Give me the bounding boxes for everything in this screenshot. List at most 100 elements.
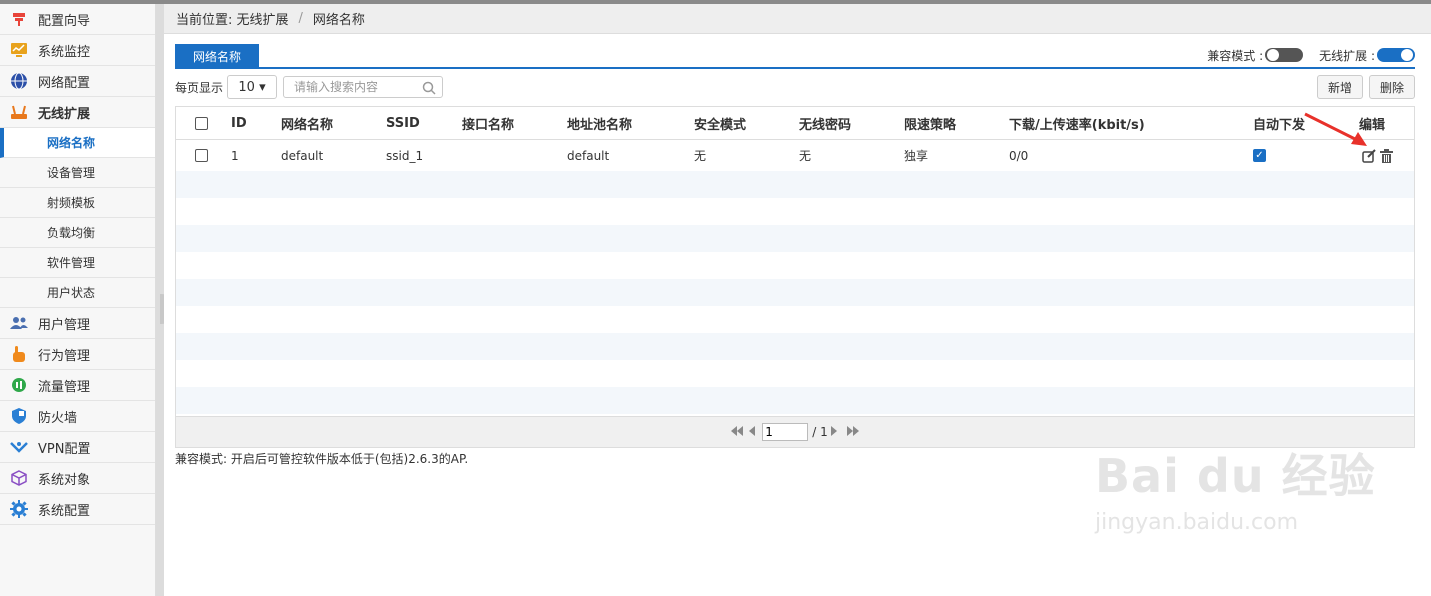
cell-pool: default [567,148,610,163]
table-row-empty [176,279,1414,306]
watermark-logo-text: Bai du 经验 [1095,449,1376,503]
col-header-security: 安全模式 [694,117,747,133]
select-all-checkbox[interactable] [195,107,208,139]
checkbox-box [195,149,208,162]
sidebar-item-label: 流量管理 [38,379,91,395]
table-row-empty [176,171,1414,198]
monitor-icon [10,41,28,59]
search-input[interactable] [284,77,443,97]
cell-id: 1 [231,148,239,163]
ssid-table: ID 网络名称 SSID 接口名称 地址池名称 安全模式 无线密码 限速策略 下… [175,106,1415,448]
search-icon[interactable] [422,81,436,99]
cell-rate: 0/0 [1009,148,1029,163]
sidebar-item-label: 行为管理 [38,348,91,364]
sidebar-item-monitor[interactable]: 系统监控 [0,35,155,66]
trash-icon[interactable] [1380,140,1393,171]
sidebar-item-objects[interactable]: 系统对象 [0,463,155,494]
add-button[interactable]: 新增 [1316,75,1363,99]
sidebar-item-system[interactable]: 系统配置 [0,494,155,525]
next-page-icon[interactable] [830,425,838,440]
shield-icon [10,407,28,425]
sidebar-subitem-devices[interactable]: 设备管理 [0,158,155,188]
sidebar: 配置向导 系统监控 网络配置 无线扩展 网络名称 设备管理 射频模板 负载均衡 … [0,4,156,596]
sidebar-subitem-software[interactable]: 软件管理 [0,248,155,278]
mode-toggles: 兼容模式 : 无线扩展 : [1207,44,1415,66]
col-header-interface: 接口名称 [462,117,515,133]
sidebar-item-traffic[interactable]: 流量管理 [0,370,155,401]
col-header-limit: 限速策略 [904,117,957,133]
compat-mode-group: 兼容模式 : [1207,47,1304,64]
sidebar-item-label: 用户管理 [38,317,91,333]
row-checkbox[interactable] [195,140,208,171]
sidebar-subitem-ssid[interactable]: 网络名称 [0,128,155,158]
sidebar-item-network[interactable]: 网络配置 [0,66,155,97]
delete-button[interactable]: 删除 [1368,75,1415,99]
sidebar-item-users[interactable]: 用户管理 [0,308,155,339]
sidebar-subitem-rf-template[interactable]: 射频模板 [0,188,155,218]
page-total: / 1 [812,425,828,439]
sidebar-item-behavior[interactable]: 行为管理 [0,339,155,370]
sidebar-item-wizard[interactable]: 配置向导 [0,4,155,35]
pin-icon [10,10,28,28]
sidebar-item-wireless[interactable]: 无线扩展 [0,97,155,128]
table-row-empty [176,333,1414,360]
globe-icon [10,72,28,90]
cell-security: 无 [694,149,707,163]
traffic-icon [10,376,28,394]
breadcrumb-prefix: 当前位置: 无线扩展 [176,13,289,28]
compat-mode-toggle[interactable] [1265,48,1304,62]
prev-page-icon[interactable] [748,425,756,440]
baidu-watermark: Bai du 经验 jingyan.baidu.com [1095,440,1376,535]
table-row-empty [176,387,1414,414]
sidebar-item-vpn[interactable]: VPN配置 [0,432,155,463]
table-row-empty [176,360,1414,387]
tab-ssid[interactable]: 网络名称 [175,44,259,69]
watermark-url: jingyan.baidu.com [1095,510,1299,535]
first-page-icon[interactable] [730,425,744,440]
sidebar-item-label: 系统配置 [38,503,91,519]
col-header-pool: 地址池名称 [567,117,633,133]
annotation-arrow-icon [1301,110,1371,154]
breadcrumb: 当前位置: 无线扩展 / 网络名称 [164,4,1431,34]
sidebar-subitem-user-status[interactable]: 用户状态 [0,278,155,308]
vpn-icon [10,438,28,456]
col-header-name: 网络名称 [281,117,334,133]
sidebar-item-label: 配置向导 [38,13,91,29]
users-icon [10,314,28,332]
sidebar-item-label: 系统监控 [38,44,91,60]
compat-mode-label: 兼容模式 : [1207,48,1264,63]
table-row-empty [176,225,1414,252]
sidebar-item-label: 网络配置 [38,75,91,91]
sidebar-item-label: VPN配置 [38,441,91,457]
router-icon [10,103,28,121]
search-box [283,76,444,99]
col-header-ssid: SSID [386,115,420,131]
wireless-ext-toggle[interactable] [1377,48,1415,62]
cube-icon [10,469,28,487]
cell-auto-checkbox[interactable]: ✓ [1253,140,1266,171]
cell-name: default [281,148,324,163]
per-page-select[interactable]: 10 ▾ [227,75,278,99]
toggle-knob [1267,49,1280,61]
hand-icon [10,345,28,363]
wireless-ext-label: 无线扩展 : [1319,48,1375,63]
cell-limit: 独享 [904,149,929,163]
table-row-empty [176,306,1414,333]
checkbox-box-checked: ✓ [1253,149,1266,162]
table-row-empty [176,252,1414,279]
page-number-input[interactable] [762,423,809,441]
table-controls: 每页显示 10 ▾ 新增 删除 [175,74,1415,100]
wireless-ext-group: 无线扩展 : [1319,47,1415,64]
action-buttons: 新增 删除 [1311,75,1415,99]
gear-icon [10,500,28,518]
col-header-id: ID [231,115,247,131]
cell-ssid: ssid_1 [386,148,424,163]
sidebar-item-firewall[interactable]: 防火墙 [0,401,155,432]
breadcrumb-separator: / [298,11,303,26]
sidebar-item-label: 防火墙 [38,410,78,426]
table-header: ID 网络名称 SSID 接口名称 地址池名称 安全模式 无线密码 限速策略 下… [176,107,1414,140]
last-page-icon[interactable] [846,425,860,440]
sidebar-subitem-load-balance[interactable]: 负载均衡 [0,218,155,248]
compat-mode-note: 兼容模式: 开启后可管控软件版本低于(包括)2.6.3的AP. [175,452,469,466]
toggle-knob [1401,49,1413,61]
